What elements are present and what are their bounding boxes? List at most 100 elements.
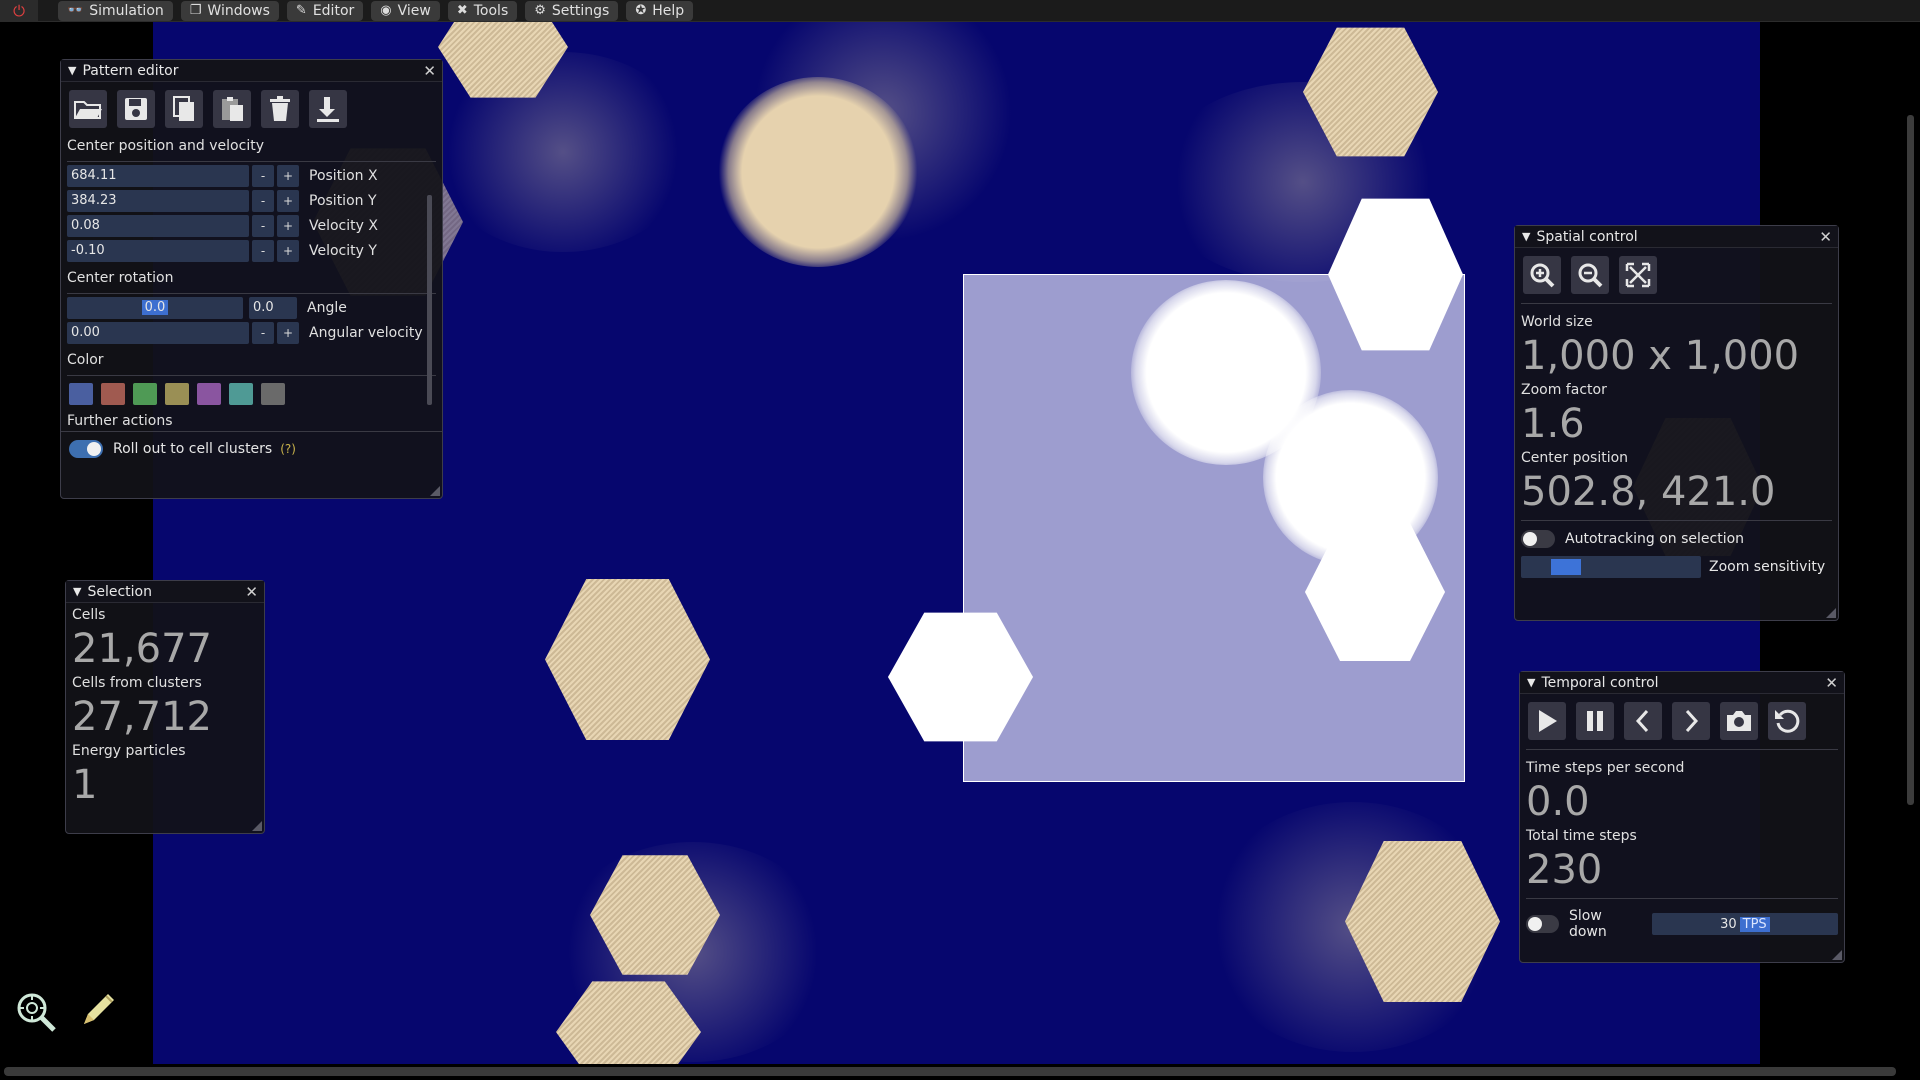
increment-button[interactable]: +	[277, 165, 299, 187]
clusters-label: Cells from clusters	[72, 675, 202, 691]
power-icon[interactable]: ⏻	[0, 0, 38, 22]
divider	[67, 375, 436, 376]
download-icon[interactable]	[309, 90, 347, 128]
increment-button[interactable]: +	[277, 190, 299, 212]
panel-title: Selection	[87, 583, 152, 600]
collapse-triangle-icon[interactable]: ▼	[68, 64, 76, 77]
close-icon[interactable]: ✕	[1825, 674, 1838, 692]
zoom-factor-value: 1.6	[1521, 401, 1585, 447]
energy-label: Energy particles	[72, 743, 186, 759]
paste-icon[interactable]	[213, 90, 251, 128]
slider-thumb[interactable]	[1551, 559, 1581, 575]
pencil-icon[interactable]	[76, 990, 120, 1034]
pause-icon[interactable]	[1576, 702, 1614, 740]
menu-simulation[interactable]: 👓 Simulation	[58, 0, 173, 21]
slowdown-slider[interactable]: 30 TPS	[1651, 913, 1838, 935]
menu-view[interactable]: ◉ View	[371, 0, 440, 21]
zoom-sensitivity-label: Zoom sensitivity	[1709, 559, 1826, 575]
color-swatch-1[interactable]	[69, 383, 93, 405]
resize-grip[interactable]	[252, 821, 262, 831]
collapse-triangle-icon[interactable]: ▼	[1527, 676, 1535, 689]
panel-title-bar[interactable]: ▼ Pattern editor ✕	[61, 60, 442, 82]
menu-label: Settings	[551, 2, 610, 19]
zoom-in-icon[interactable]	[1523, 256, 1561, 294]
resize-grip[interactable]	[1832, 950, 1842, 960]
color-swatch-5[interactable]	[197, 383, 221, 405]
restore-icon[interactable]	[1768, 702, 1806, 740]
selection-panel: ▼ Selection ✕ Cells 21,677 Cells from cl…	[65, 580, 265, 834]
fit-screen-icon[interactable]	[1619, 256, 1657, 294]
menu-label: Windows	[207, 2, 270, 19]
vertical-scrollbar[interactable]	[1907, 115, 1914, 805]
menu-label: Simulation	[89, 2, 164, 19]
color-swatch-4[interactable]	[165, 383, 189, 405]
tps-value: 0.0	[1526, 779, 1590, 825]
slowdown-toggle[interactable]	[1526, 915, 1559, 933]
increment-button[interactable]: +	[277, 215, 299, 237]
snapshot-icon[interactable]	[1720, 702, 1758, 740]
resize-grip[interactable]	[1826, 608, 1836, 618]
menu-editor[interactable]: ✎ Editor	[286, 0, 364, 21]
angular-velocity-input[interactable]: 0.00	[67, 322, 249, 344]
color-swatch-2[interactable]	[101, 383, 125, 405]
menu-settings[interactable]: ⚙ Settings	[525, 0, 619, 21]
section-further-actions: Further actions	[67, 413, 173, 427]
position-y-input[interactable]: 384.23	[67, 190, 249, 212]
menu-label: Tools	[473, 2, 509, 19]
horizontal-scrollbar[interactable]	[4, 1067, 1896, 1076]
field-label: Position Y	[309, 193, 377, 209]
close-icon[interactable]: ✕	[245, 583, 258, 601]
divider	[1526, 749, 1838, 750]
help-icon: ✪	[635, 3, 647, 18]
menu-windows[interactable]: ❐ Windows	[180, 0, 279, 21]
save-icon[interactable]	[117, 90, 155, 128]
color-swatch-6[interactable]	[229, 383, 253, 405]
panel-scrollbar[interactable]	[427, 195, 432, 405]
color-swatch-7[interactable]	[261, 383, 285, 405]
decrement-button[interactable]: -	[252, 322, 274, 344]
zoom-sensitivity-slider[interactable]	[1521, 556, 1701, 578]
decrement-button[interactable]: -	[252, 165, 274, 187]
center-position-value: 502.8, 421.0	[1521, 469, 1776, 515]
collapse-triangle-icon[interactable]: ▼	[1522, 230, 1530, 243]
zoom-factor-label: Zoom factor	[1521, 382, 1607, 398]
velocity-y-input[interactable]: -0.10	[67, 240, 249, 262]
delete-icon[interactable]	[261, 90, 299, 128]
resize-grip[interactable]	[430, 486, 440, 496]
velocity-x-input[interactable]: 0.08	[67, 215, 249, 237]
play-icon[interactable]	[1528, 702, 1566, 740]
menu-help[interactable]: ✪ Help	[626, 0, 694, 21]
close-icon[interactable]: ✕	[423, 62, 436, 80]
decrement-button[interactable]: -	[252, 240, 274, 262]
panel-title-bar[interactable]: ▼ Selection ✕	[66, 581, 264, 603]
color-swatch-3[interactable]	[133, 383, 157, 405]
increment-button[interactable]: +	[277, 240, 299, 262]
increment-button[interactable]: +	[277, 322, 299, 344]
angle-input[interactable]: 0.0	[249, 297, 297, 319]
zoom-out-icon[interactable]	[1571, 256, 1609, 294]
section-color: Color	[67, 352, 104, 368]
folder-open-icon[interactable]	[69, 90, 107, 128]
divider	[1521, 303, 1832, 304]
panel-title-bar[interactable]: ▼ Spatial control ✕	[1515, 226, 1838, 248]
decrement-button[interactable]: -	[252, 215, 274, 237]
step-forward-icon[interactable]	[1672, 702, 1710, 740]
field-label: Velocity X	[309, 218, 378, 234]
collapse-triangle-icon[interactable]: ▼	[73, 585, 81, 598]
menu-label: Editor	[312, 2, 355, 19]
angle-slider[interactable]: 0.0	[67, 297, 243, 319]
search-icon[interactable]	[14, 990, 58, 1034]
spatial-toolbar	[1515, 248, 1838, 300]
copy-icon[interactable]	[165, 90, 203, 128]
step-back-icon[interactable]	[1624, 702, 1662, 740]
autotracking-toggle[interactable]	[1521, 530, 1555, 548]
menu-tools[interactable]: ✖ Tools	[447, 0, 518, 21]
position-x-input[interactable]: 684.11	[67, 165, 249, 187]
help-tooltip-marker[interactable]: (?)	[280, 442, 296, 456]
panel-title-bar[interactable]: ▼ Temporal control ✕	[1520, 672, 1844, 694]
clusters-value: 27,712	[72, 694, 212, 740]
decrement-button[interactable]: -	[252, 190, 274, 212]
rollout-toggle[interactable]	[69, 440, 103, 458]
position-y-row: 384.23 - + Position Y	[67, 190, 436, 212]
close-icon[interactable]: ✕	[1819, 228, 1832, 246]
